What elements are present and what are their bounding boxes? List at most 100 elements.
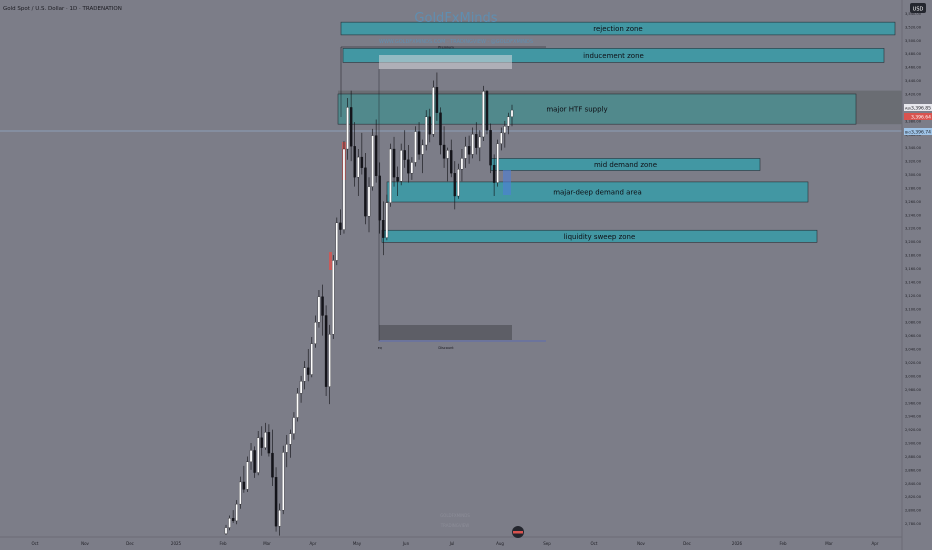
- time-tick-label: Jun: [402, 541, 410, 546]
- candle-body: [503, 126, 507, 134]
- candle-body: [303, 367, 306, 382]
- price-tick-label: 2,820.00: [905, 495, 922, 499]
- price-tick-label: 3,080.00: [905, 321, 922, 325]
- candle-body: [242, 481, 246, 490]
- candle-body: [492, 164, 496, 183]
- candle-body: [396, 177, 399, 182]
- price-tick-label: 3,460.00: [905, 66, 922, 70]
- candle-body: [478, 136, 482, 148]
- candle-body: [367, 186, 371, 217]
- watermark-title: GoldFxMinds: [414, 11, 497, 26]
- candle-body: [507, 116, 510, 127]
- candle-body: [264, 432, 267, 448]
- discount-label: Discount: [438, 346, 454, 350]
- time-tick-label: Oct: [32, 541, 39, 546]
- svg-text:3,396.64: 3,396.64: [911, 115, 931, 121]
- svg-text:Bid: Bid: [905, 131, 911, 135]
- time-tick-label: Jul: [449, 541, 455, 546]
- candle-body: [299, 381, 303, 394]
- zone-label: mid demand zone: [594, 161, 657, 169]
- candle-body: [321, 296, 324, 316]
- price-tick-label: 3,240.00: [905, 213, 922, 217]
- candle-body: [310, 343, 314, 375]
- candle-body: [482, 91, 485, 138]
- candle-body: [382, 220, 385, 238]
- price-tick-label: 3,280.00: [905, 186, 922, 190]
- price-tick-label: 2,900.00: [905, 442, 922, 446]
- premium-label: Premium: [438, 46, 454, 50]
- candle-body: [260, 437, 263, 448]
- zone-label: liquidity sweep zone: [564, 233, 636, 241]
- candle-body: [235, 503, 238, 522]
- red-marker-box: [329, 252, 332, 270]
- candle-body: [296, 393, 299, 418]
- candle-body: [453, 173, 457, 197]
- price-tick-label: 3,340.00: [905, 146, 922, 150]
- price-tick-label: 3,060.00: [905, 334, 922, 338]
- candle-body: [278, 509, 281, 527]
- svg-text:3,396.74: 3,396.74: [911, 130, 931, 136]
- candle-body: [292, 417, 296, 434]
- candle-body: [231, 518, 235, 522]
- candle-body: [317, 296, 321, 323]
- time-tick-label: Apr: [310, 541, 317, 546]
- price-tick-label: 3,160.00: [905, 267, 922, 271]
- candle-body: [417, 131, 421, 155]
- candle-body: [428, 116, 431, 135]
- candle-body: [371, 135, 374, 187]
- candle-body: [289, 433, 292, 445]
- candle-body: [378, 175, 381, 221]
- time-tick-label: Dec: [126, 541, 134, 546]
- price-tick-label: 2,860.00: [905, 468, 922, 472]
- candle-body: [399, 150, 403, 182]
- candle-body: [253, 450, 256, 473]
- candle-body: [339, 222, 342, 230]
- price-tick-label: 2,840.00: [905, 482, 922, 486]
- candle-body: [360, 156, 364, 168]
- watermark-bottom-2: TRADINGVIEW: [440, 523, 470, 528]
- candle-body: [414, 131, 417, 163]
- discount-box: [379, 325, 512, 340]
- time-tick-label: 2026: [732, 541, 743, 546]
- candle-body: [342, 148, 346, 230]
- price-tag-upper: Ask 3,396.85: [904, 104, 932, 112]
- time-tick-label: Feb: [219, 541, 227, 546]
- price-tick-label: 3,000.00: [905, 374, 922, 378]
- price-tick-label: 3,520.00: [905, 25, 922, 29]
- candle-body: [374, 135, 378, 177]
- candle-body: [281, 452, 285, 511]
- candle-body: [332, 260, 335, 335]
- price-tick-label: 3,300.00: [905, 173, 922, 177]
- price-tick-label: 3,040.00: [905, 348, 922, 352]
- price-tick-label: 2,980.00: [905, 388, 922, 392]
- candle-body: [432, 87, 435, 135]
- candle-body: [471, 134, 474, 155]
- price-tick-label: 3,420.00: [905, 92, 922, 96]
- zone-label: major HTF supply: [546, 106, 607, 114]
- candle-body: [424, 116, 428, 146]
- zone-label: majar-deep demand area: [553, 188, 642, 196]
- candle-body: [249, 450, 253, 462]
- candle-body: [246, 461, 249, 490]
- candle-body: [457, 169, 460, 197]
- svg-text:3,396.85: 3,396.85: [911, 106, 931, 112]
- price-tick-label: 3,020.00: [905, 361, 922, 365]
- candle-body: [349, 107, 353, 147]
- eq-label: EQ: [378, 346, 383, 350]
- candle-body: [328, 334, 331, 387]
- watermark-bottom-1: GOLDFXMINDS: [440, 513, 470, 518]
- candle-body: [239, 481, 242, 505]
- time-tick-label: Nov: [81, 541, 89, 546]
- candle-body: [357, 156, 360, 178]
- candle-body: [435, 87, 439, 113]
- symbol-title: Gold Spot / U.S. Dollar · 1D · TRADENATI…: [3, 6, 122, 12]
- candle-body: [324, 315, 328, 387]
- chart-canvas[interactable]: rejection zone inducement zone major HTF s…: [0, 0, 932, 550]
- candle-body: [353, 146, 356, 178]
- price-tag-current: 3,396.64: [904, 113, 932, 121]
- candle-body: [392, 148, 396, 178]
- candle-body: [271, 452, 274, 478]
- candle-body: [335, 222, 339, 261]
- blue-marker-box: [503, 170, 511, 195]
- time-tick-label: Dec: [683, 541, 691, 546]
